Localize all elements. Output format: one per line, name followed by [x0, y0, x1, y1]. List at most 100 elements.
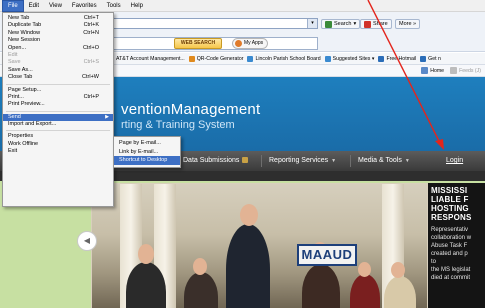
menu-view[interactable]: View [44, 1, 67, 11]
menu-item-shortcut: Ctrl+K [83, 22, 99, 29]
file-menu-item-print-preview[interactable]: Print Preview... [3, 101, 113, 108]
file-menu-item-open[interactable]: Open... Ctrl+O [3, 45, 113, 52]
send-submenu: Page by E-mail... Link by E-mail... Shortc… [113, 136, 181, 168]
file-menu-item-send[interactable]: Send ▶ [3, 113, 113, 122]
news-body-line: Representativ [431, 227, 469, 233]
nav-divider [261, 155, 262, 167]
news-title-line: LIABLE F [431, 195, 469, 204]
address-dropdown-button[interactable]: ▾ [307, 19, 317, 28]
photo-person [302, 264, 340, 308]
login-link[interactable]: Login [446, 151, 463, 171]
file-menu-item-new-window[interactable]: New Window Ctrl+N [3, 30, 113, 37]
file-menu-item-new-tab[interactable]: New Tab Ctrl+T [3, 15, 113, 22]
share-icon [364, 20, 371, 28]
send-menu-item-page-by-e-mail[interactable]: Page by E-mail... [114, 139, 180, 148]
apps-icon [235, 40, 242, 47]
menu-item-shortcut: Ctrl+W [82, 74, 99, 81]
nav-reporting-services[interactable]: Reporting Services ▼ [269, 151, 336, 171]
search-button[interactable]: Search ▾ [321, 19, 361, 29]
photo-person [350, 274, 380, 308]
send-menu-item-link-by-e-mail[interactable]: Link by E-mail... [114, 148, 180, 157]
my-apps-button[interactable]: My Apps [232, 38, 269, 49]
file-menu-item-import-and-export[interactable]: Import and Export... [3, 121, 113, 128]
favorite-link[interactable]: AT&T Account Management... [108, 55, 185, 62]
nav-media-tools[interactable]: Media & Tools ▼ [358, 151, 410, 171]
slideshow-prev-button[interactable]: ◀ [77, 231, 97, 251]
favorite-label: AT&T Account Management... [116, 55, 185, 62]
menu-item-label: Print Preview... [8, 101, 45, 108]
menu-help[interactable]: Help [126, 1, 148, 11]
file-menu-item-print[interactable]: Print... Ctrl+P [3, 94, 113, 101]
menu-item-shortcut: Ctrl+T [83, 15, 99, 21]
menu-tools[interactable]: Tools [102, 1, 126, 11]
chevron-down-icon: ▼ [404, 158, 410, 164]
search-button-label: Search [334, 21, 352, 27]
menu-item-label: Work Offline [8, 140, 39, 147]
menu-item-shortcut: Ctrl+S [83, 59, 99, 66]
photo-person-head [240, 204, 258, 226]
news-panel: MISSISSI LIABLE F HOSTING RESPONS Represent… [428, 183, 485, 308]
nav-reporting-services-label: Reporting Services [269, 157, 329, 164]
news-title-line: MISSISSI [431, 186, 468, 195]
menu-edit[interactable]: Edit [24, 1, 44, 11]
web-search-button[interactable]: WEB SEARCH [174, 38, 222, 49]
file-menu: New Tab Ctrl+T Duplicate Tab Ctrl+K New Wind… [2, 12, 114, 207]
file-menu-item-exit[interactable]: Exit [3, 148, 113, 155]
menu-item-label: Open... [8, 44, 27, 51]
news-body: Representativ collaboration w Abuse Task F… [431, 226, 483, 282]
menu-item-label: Print... [8, 93, 24, 100]
favorite-link[interactable]: Get n [420, 55, 441, 62]
file-menu-item-page-setup[interactable]: Page Setup... [3, 87, 113, 94]
address-bar[interactable] [108, 18, 318, 29]
favorite-link[interactable]: Lincoln Parish School Board [247, 55, 321, 62]
menu-item-label: Save [8, 59, 21, 66]
nav-data-submissions-label: Data Submissions [183, 157, 240, 164]
chevron-down-icon: ▾ [353, 21, 357, 27]
file-menu-item-new-session[interactable]: New Session [3, 37, 113, 44]
file-menu-item-save: Save Ctrl+S [3, 59, 113, 66]
file-menu-item-duplicate-tab[interactable]: Duplicate Tab Ctrl+K [3, 22, 113, 29]
menu-item-label: New Session [8, 37, 41, 44]
file-menu-item-save-as[interactable]: Save As... [3, 67, 113, 74]
file-menu-item-properties[interactable]: Properties [3, 133, 113, 140]
favorite-icon [378, 55, 385, 62]
menu-bar: File Edit View Favorites Tools Help [0, 0, 485, 12]
menu-item-shortcut: Ctrl+N [83, 29, 99, 36]
home-icon [421, 67, 429, 74]
send-menu-item-shortcut-to-desktop[interactable]: Shortcut to Desktop [114, 156, 180, 165]
share-button[interactable]: Share [360, 19, 392, 29]
photo-person [226, 224, 270, 308]
menu-favorites[interactable]: Favorites [67, 1, 102, 11]
news-body-line: to [431, 259, 437, 265]
home-button[interactable]: Home [421, 67, 444, 74]
menu-item-label: Import and Export... [8, 121, 57, 128]
feeds-button[interactable]: Feeds (J) [450, 67, 481, 74]
favorite-link[interactable]: QR-Code Generator [188, 55, 244, 62]
favorite-label: Lincoln Parish School Board [255, 55, 321, 62]
news-title[interactable]: MISSISSI LIABLE F HOSTING RESPONS [431, 186, 483, 222]
site-brand-subtitle: rting & Training System [121, 119, 235, 131]
menu-item-shortcut: Ctrl+O [82, 44, 99, 51]
favorite-icon [188, 55, 195, 62]
menu-item-label: Save As... [8, 66, 33, 73]
photo-person-head [193, 258, 207, 275]
news-body-line: the MS legislat [431, 267, 471, 273]
more-button[interactable]: More » [395, 19, 421, 29]
file-menu-item-work-offline[interactable]: Work Offline [3, 141, 113, 148]
share-button-label: Share [373, 21, 388, 27]
favorite-link[interactable]: Suggested Sites ▾ [324, 55, 375, 62]
favorite-label: Get n [428, 55, 441, 62]
menu-item-label: Close Tab [8, 74, 33, 81]
menu-separator [6, 83, 110, 85]
menu-file[interactable]: File [2, 0, 24, 12]
nav-data-submissions[interactable]: Data Submissions [183, 151, 249, 171]
file-menu-item-close-tab[interactable]: Close Tab Ctrl+W [3, 74, 113, 81]
menu-item-label: Send [8, 113, 21, 120]
favorite-link[interactable]: Free Hotmail [378, 55, 416, 62]
menu-item-label: Duplicate Tab [8, 22, 42, 29]
favorite-label: QR-Code Generator [196, 55, 244, 62]
slideshow[interactable]: MAAUD [91, 183, 428, 308]
news-body-line: collaboration w [431, 235, 472, 241]
menu-item-label: Edit [8, 51, 18, 58]
favorite-label: Suggested Sites ▾ [332, 55, 375, 62]
